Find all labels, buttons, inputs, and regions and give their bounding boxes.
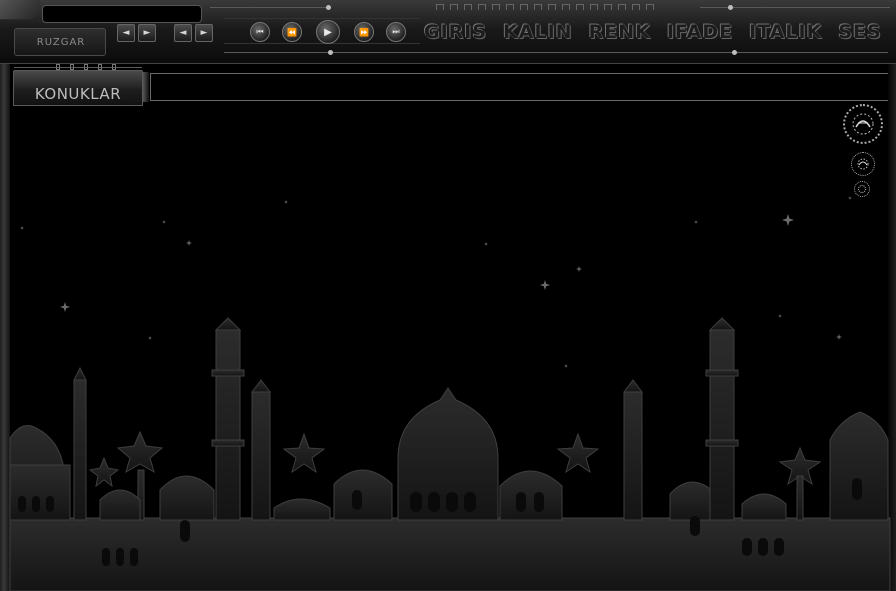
mosque-skyline — [9, 317, 891, 591]
